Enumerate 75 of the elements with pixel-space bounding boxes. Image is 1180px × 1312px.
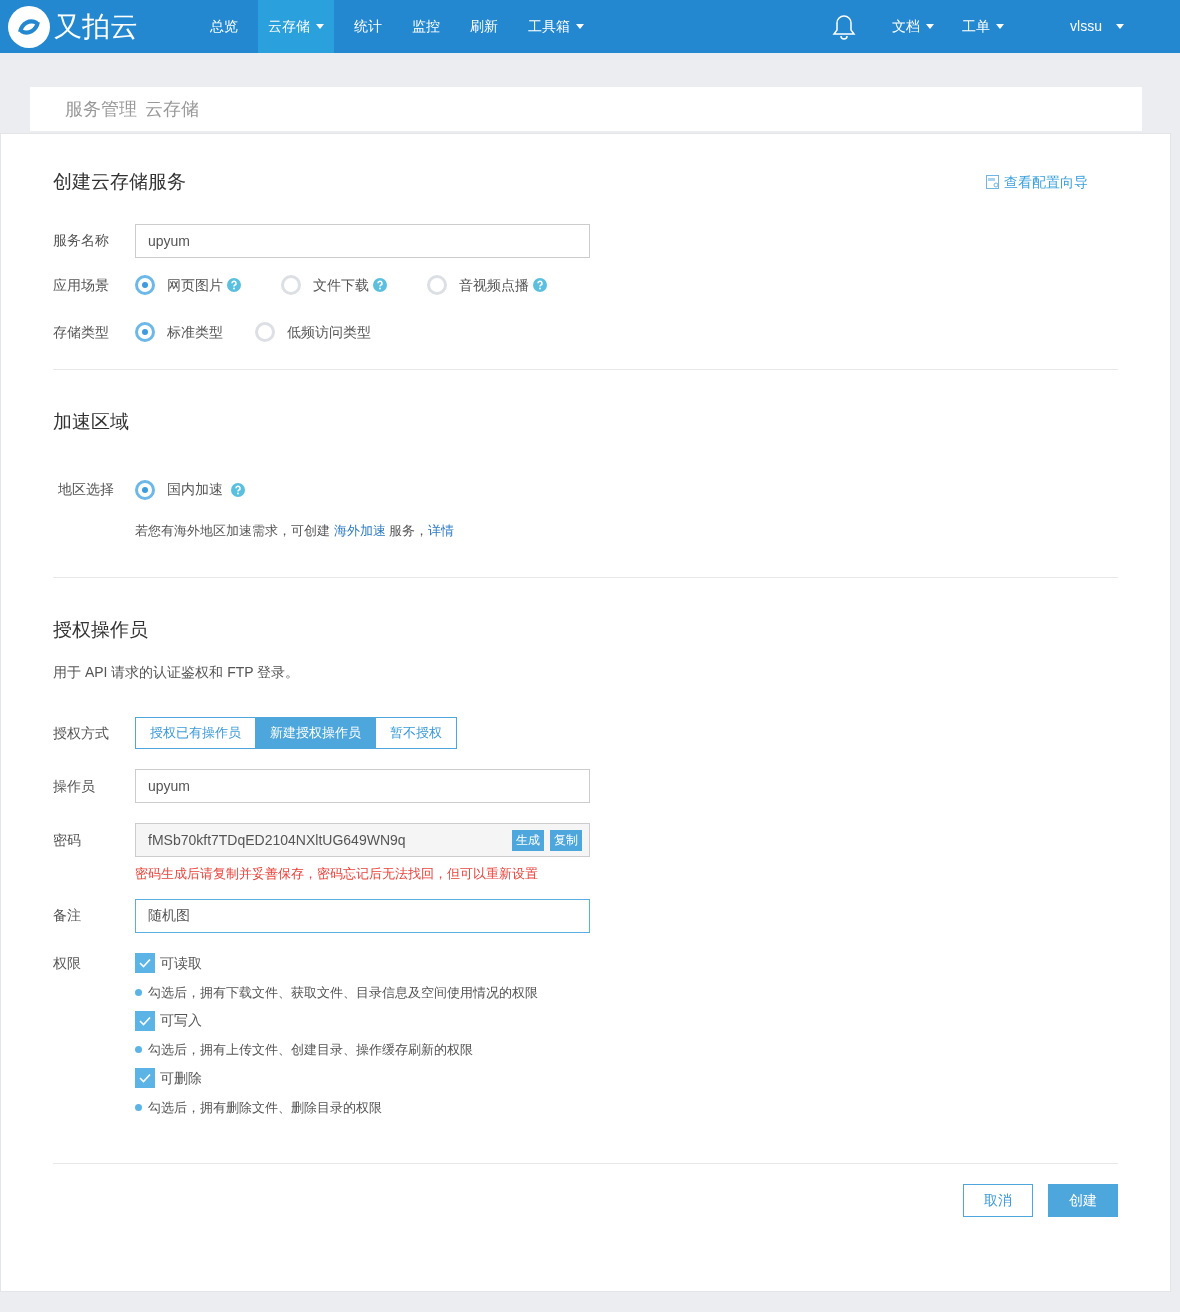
- nav-tab[interactable]: 总览: [200, 0, 248, 53]
- user-menu[interactable]: vlssu: [1070, 16, 1124, 37]
- field-label: 备注: [53, 906, 82, 925]
- checkbox-label: 可写入: [160, 1011, 202, 1030]
- cancel-button[interactable]: 取消: [963, 1184, 1033, 1217]
- nav-tab[interactable]: 云存储: [258, 0, 334, 53]
- field-label: 应用场景: [53, 275, 110, 295]
- checkbox-label: 可删除: [160, 1068, 202, 1088]
- radio-label: 文件下载: [313, 275, 369, 295]
- radio-button[interactable]: [427, 275, 447, 295]
- help-icon[interactable]: [533, 278, 547, 292]
- section-title: 授权操作员: [53, 617, 149, 642]
- breadcrumb-item: 云存储: [145, 97, 199, 121]
- radio-label: 音视频点播: [459, 275, 529, 295]
- region-note: 若您有海外地区加速需求，可创建 海外加速 服务，详情: [135, 523, 455, 538]
- radio-button[interactable]: [135, 479, 155, 500]
- password-value: fMSb70kft7TDqED2104NXltUG649WN9q: [148, 830, 407, 850]
- checkbox[interactable]: [135, 1010, 155, 1031]
- field-label: 操作员: [53, 776, 96, 796]
- guide-link[interactable]: 查看配置向导: [986, 171, 1088, 193]
- permission-hint: 勾选后，拥有下载文件、获取文件、目录信息及空间使用情况的权限: [148, 983, 538, 1002]
- checkbox[interactable]: [135, 1068, 155, 1088]
- logo-icon: [8, 5, 50, 48]
- permission-hint: 勾选后，拥有上传文件、创建目录、操作缓存刷新的权限: [148, 1041, 473, 1059]
- checkbox[interactable]: [135, 953, 155, 973]
- auth-option-tab[interactable]: 新建授权操作员: [255, 718, 375, 748]
- permission-hint: 勾选后，拥有删除文件、删除目录的权限: [148, 1098, 382, 1117]
- details-link[interactable]: 详情: [428, 523, 455, 538]
- checkmark-icon: [139, 1015, 151, 1026]
- remark-field[interactable]: 随机图: [135, 898, 590, 933]
- password-field[interactable]: fMSb70kft7TDqED2104NXltUG649WN9q 生成 复制: [135, 823, 590, 857]
- nav-tab[interactable]: 刷新: [460, 0, 508, 53]
- radio-label: 标准类型: [167, 322, 223, 342]
- nav-tab[interactable]: 工具箱: [518, 0, 594, 53]
- field-label: 服务名称: [53, 231, 110, 250]
- nav-tab[interactable]: 监控: [402, 0, 450, 53]
- checkmark-icon: [139, 958, 151, 968]
- field-label: 存储类型: [53, 322, 110, 342]
- logo-text: 又拍云: [54, 9, 138, 44]
- radio-label: 国内加速: [167, 480, 223, 499]
- password-action-button[interactable]: 复制: [550, 829, 582, 851]
- help-icon[interactable]: [227, 278, 241, 292]
- bullet-icon: [135, 1103, 142, 1111]
- breadcrumb-item: 服务管理: [65, 97, 137, 121]
- radio-button[interactable]: [135, 322, 155, 342]
- document-icon: [986, 175, 1000, 190]
- bullet-icon: [135, 988, 142, 996]
- section-description: 用于 API 请求的认证鉴权和 FTP 登录。: [53, 663, 301, 682]
- section-title: 加速区域: [53, 409, 130, 434]
- nav-menu[interactable]: 文档: [892, 16, 935, 37]
- field-label: 授权方式: [53, 723, 110, 743]
- radio-label: 网页图片: [167, 275, 223, 295]
- caret-icon: [1116, 24, 1124, 29]
- checkmark-icon: [139, 1073, 151, 1083]
- section-title: 创建云存储服务: [53, 170, 186, 194]
- service-name-field[interactable]: upyum: [135, 223, 590, 258]
- radio-button[interactable]: [255, 322, 275, 342]
- field-label: 地区选择: [57, 480, 115, 499]
- field-label: 权限: [53, 953, 82, 973]
- bullet-icon: [135, 1046, 142, 1054]
- field-label: 密码: [53, 830, 82, 850]
- radio-label: 低频访问类型: [287, 322, 371, 342]
- help-icon[interactable]: [231, 482, 245, 497]
- overseas-link[interactable]: 海外加速: [333, 523, 386, 538]
- radio-button[interactable]: [135, 275, 155, 295]
- create-button[interactable]: 创建: [1048, 1184, 1118, 1217]
- password-warning: 密码生成后请复制并妥善保存，密码忘记后无法找回，但可以重新设置: [134, 865, 539, 883]
- bell-icon[interactable]: [832, 13, 857, 40]
- radio-button[interactable]: [281, 275, 301, 295]
- help-icon[interactable]: [373, 278, 387, 292]
- checkbox-label: 可读取: [160, 953, 202, 973]
- nav-menu[interactable]: 工单: [962, 16, 1005, 37]
- operator-field[interactable]: upyum: [135, 769, 590, 803]
- nav-tab[interactable]: 统计: [344, 0, 392, 53]
- password-action-button[interactable]: 生成: [512, 829, 544, 851]
